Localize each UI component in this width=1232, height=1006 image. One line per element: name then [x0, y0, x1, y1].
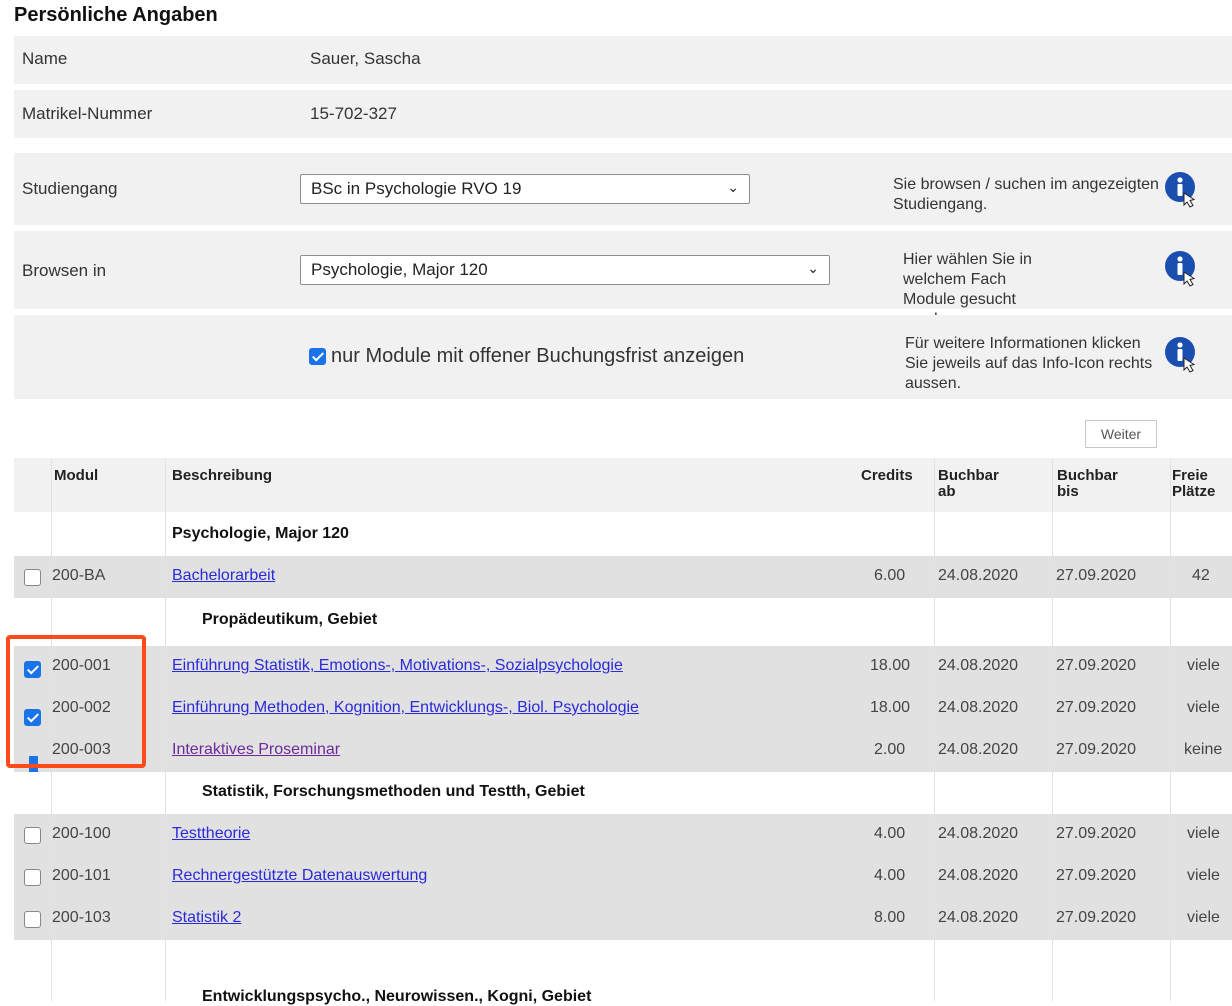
modul-code: 200-100: [52, 825, 111, 842]
buchbar-ab-value: 24.08.2020: [938, 567, 1019, 584]
modul-code: 200-002: [52, 699, 111, 716]
buchbar-ab-value: 24.08.2020: [938, 699, 1019, 716]
col-modul: Modul: [54, 467, 99, 484]
group-title: Entwicklungspsycho., Neurowissen., Kogni…: [202, 988, 592, 1005]
module-checkbox[interactable]: [24, 569, 41, 586]
module-checkbox[interactable]: [24, 661, 41, 678]
table-group-row: Entwicklungspsycho., Neurowissen., Kogni…: [14, 940, 1232, 1005]
col-buchbar-ab: Buchbar ab: [938, 467, 999, 500]
weiter-button[interactable]: Weiter: [1085, 420, 1157, 448]
studiengang-select[interactable]: BSc in Psychologie RVO 19 ⌄: [300, 174, 750, 204]
buchbar-ab-value: 24.08.2020: [938, 909, 1019, 926]
col-credits: Credits: [861, 467, 913, 484]
studiengang-select-value: BSc in Psychologie RVO 19: [311, 179, 522, 198]
buchbar-bis-value: 27.09.2020: [1056, 699, 1137, 716]
table-group-row: Psychologie, Major 120: [14, 514, 1232, 556]
module-checkbox[interactable]: [29, 756, 38, 773]
table-header: Modul Beschreibung Credits Buchbar ab Bu…: [14, 458, 1232, 512]
column-divider: [51, 458, 52, 1001]
buchbar-ab-value: 24.08.2020: [938, 741, 1019, 758]
info-icon[interactable]: [1164, 250, 1198, 288]
credits-value: 6.00: [874, 567, 906, 584]
freie-plaetze-value: 42: [1192, 567, 1210, 584]
modul-code: 200-103: [52, 909, 111, 926]
modul-code: 200-003: [52, 741, 111, 758]
column-divider: [165, 458, 166, 1001]
modul-description-link[interactable]: Testtheorie: [172, 825, 250, 843]
module-checkbox[interactable]: [24, 911, 41, 928]
table-row: 200-101 Rechnergestützte Datenauswertung…: [14, 856, 1232, 898]
col-freie-plaetze: Freie Plätze: [1172, 467, 1216, 500]
studiengang-label: Studiengang: [22, 179, 118, 198]
credits-value: 18.00: [870, 657, 911, 674]
column-divider: [1052, 458, 1053, 1001]
studiengang-info-text: Sie browsen / suchen im angezeigten Stud…: [893, 176, 1159, 213]
modul-description-link[interactable]: Statistik 2: [172, 909, 241, 927]
name-label: Name: [22, 49, 68, 68]
matrikel-label: Matrikel-Nummer: [22, 104, 153, 123]
matrikel-value: 15-702-327: [310, 104, 397, 123]
modul-code: 200-BA: [52, 567, 106, 584]
more-info-text: Für weitere Informationen klicken Sie je…: [905, 335, 1153, 392]
buchbar-bis-value: 27.09.2020: [1056, 825, 1137, 842]
name-value: Sauer, Sascha: [310, 49, 421, 68]
modul-description-link[interactable]: Einführung Statistik, Emotions-, Motivat…: [172, 657, 623, 675]
modul-description-link[interactable]: Rechnergestützte Datenauswertung: [172, 867, 427, 885]
modul-description-link[interactable]: Einführung Methoden, Kognition, Entwickl…: [172, 699, 639, 717]
chevron-down-icon: ⌄: [727, 179, 739, 195]
buchbar-bis-value: 27.09.2020: [1056, 867, 1137, 884]
only-open-label: nur Module mit offener Buchungsfrist anz…: [331, 345, 745, 367]
browsen-label: Browsen in: [22, 261, 107, 280]
table-row: 200-BA Bachelorarbeit 6.00 24.08.2020 27…: [14, 556, 1232, 598]
table-group-row: Statistik, Forschungsmethoden und Testth…: [14, 772, 1232, 814]
info-icon[interactable]: [1164, 336, 1198, 374]
buchbar-ab-value: 24.08.2020: [938, 657, 1019, 674]
table-row: 200-103 Statistik 2 8.00 24.08.2020 27.0…: [14, 898, 1232, 940]
module-checkbox[interactable]: [24, 709, 41, 726]
chevron-down-icon: ⌄: [807, 260, 819, 276]
module-checkbox[interactable]: [24, 827, 41, 844]
table-row: 200-100 Testtheorie 4.00 24.08.2020 27.0…: [14, 814, 1232, 856]
buchbar-ab-value: 24.08.2020: [938, 867, 1019, 884]
group-title: Psychologie, Major 120: [172, 525, 349, 542]
modul-description-link[interactable]: Bachelorarbeit: [172, 567, 275, 585]
name-row: Name Sauer, Sascha: [14, 36, 1232, 84]
col-buchbar-bis: Buchbar bis: [1057, 467, 1118, 500]
credits-value: 18.00: [870, 699, 911, 716]
modul-code: 200-001: [52, 657, 111, 674]
group-title: Statistik, Forschungsmethoden und Testth…: [202, 783, 585, 800]
browsen-select[interactable]: Psychologie, Major 120 ⌄: [300, 255, 830, 285]
freie-plaetze-value: keine: [1184, 741, 1223, 758]
matrikel-row: Matrikel-Nummer 15-702-327: [14, 90, 1232, 138]
freie-plaetze-value: viele: [1187, 657, 1220, 674]
credits-value: 4.00: [874, 867, 906, 884]
only-open-checkbox[interactable]: [309, 348, 326, 365]
credits-value: 2.00: [874, 741, 906, 758]
freie-plaetze-value: viele: [1187, 699, 1220, 716]
freie-plaetze-value: viele: [1187, 867, 1220, 884]
section-title: Persönliche Angaben: [14, 4, 218, 26]
browsen-select-value: Psychologie, Major 120: [311, 260, 488, 279]
group-title: Propädeutikum, Gebiet: [202, 611, 378, 628]
table-row: 200-001 Einführung Statistik, Emotions-,…: [14, 646, 1232, 688]
table-group-row: Propädeutikum, Gebiet: [14, 600, 1232, 642]
buchbar-bis-value: 27.09.2020: [1056, 909, 1137, 926]
freie-plaetze-value: viele: [1187, 825, 1220, 842]
table-row: 200-003 Interaktives Proseminar 2.00 24.…: [14, 730, 1232, 772]
column-divider: [1170, 458, 1171, 1001]
modul-code: 200-101: [52, 867, 111, 884]
modul-description-link[interactable]: Interaktives Proseminar: [172, 741, 340, 759]
col-beschreibung: Beschreibung: [172, 467, 273, 484]
table-row: 200-002 Einführung Methoden, Kognition, …: [14, 688, 1232, 730]
freie-plaetze-value: viele: [1187, 909, 1220, 926]
buchbar-ab-value: 24.08.2020: [938, 825, 1019, 842]
buchbar-bis-value: 27.09.2020: [1056, 567, 1137, 584]
buchbar-bis-value: 27.09.2020: [1056, 657, 1137, 674]
module-checkbox[interactable]: [24, 869, 41, 886]
column-divider: [934, 458, 935, 1001]
credits-value: 8.00: [874, 909, 906, 926]
credits-value: 4.00: [874, 825, 906, 842]
info-icon[interactable]: [1164, 171, 1198, 209]
buchbar-bis-value: 27.09.2020: [1056, 741, 1137, 758]
